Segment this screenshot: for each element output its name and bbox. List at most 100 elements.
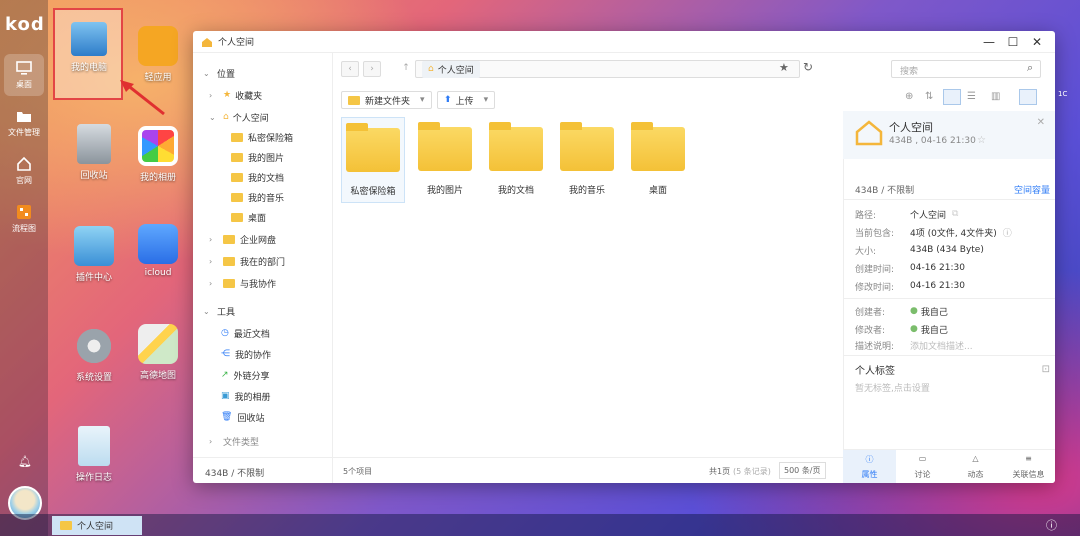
clock-icon: ◷ — [221, 328, 229, 338]
tree-item-desktop[interactable]: 桌面 — [231, 207, 266, 227]
tree-item-my-album[interactable]: ▣ 我的相册 — [221, 386, 271, 406]
info-icon[interactable]: ⓘ — [1046, 517, 1057, 533]
up-button[interactable]: ↑ — [397, 61, 415, 77]
search-input[interactable]: 搜索 — [891, 60, 1041, 78]
forward-button[interactable]: › — [363, 61, 381, 77]
tree-item-favorites[interactable]: › ★ 收藏夹 — [209, 85, 262, 105]
tree-item-recycle[interactable]: 🗑︎ 回收站 — [221, 407, 264, 427]
desktop-icon-amap[interactable]: 高德地图 — [127, 324, 189, 381]
sidebar-item-file-manager[interactable]: 文件管理 — [0, 108, 48, 138]
refresh-icon[interactable]: ↻ — [803, 60, 813, 74]
address-toolbar: ‹ › ↑ ⌂ 个人空间 ★ ↻ — [333, 53, 843, 87]
tree-item-my-dept[interactable]: › 我在的部门 — [209, 251, 285, 271]
tab-activity[interactable]: △ 动态 — [949, 450, 1002, 483]
file-item-desktop[interactable]: 桌面 — [626, 117, 690, 203]
file-item-vault[interactable]: 私密保险箱 — [341, 117, 405, 203]
tree-item-my-collab[interactable]: ⋲ 我的协作 — [221, 344, 271, 364]
desktop-icon-system-settings[interactable]: 系统设置 — [63, 326, 125, 383]
prop-row-size: 大小: 434B (434 Byte) — [855, 242, 1050, 258]
tree-item-external-share[interactable]: ↗ 外链分享 — [221, 365, 270, 385]
taskbar-item-personal-space[interactable]: 个人空间 — [52, 516, 142, 535]
tab-related[interactable]: ≡ 关联信息 — [1002, 450, 1055, 483]
desktop-icon-recycle-bin[interactable]: 回收站 — [63, 124, 125, 181]
chevron-right-icon: › — [209, 90, 213, 100]
sort-icon[interactable]: ⇅ — [925, 91, 933, 102]
bell-icon: △ — [972, 454, 979, 463]
list-view-icon[interactable]: ☰ — [967, 91, 976, 102]
breadcrumb-segment[interactable]: ⌂ 个人空间 — [422, 60, 480, 78]
tree-item-music[interactable]: 我的音乐 — [231, 187, 284, 207]
breadcrumb[interactable]: ⌂ 个人空间 — [415, 60, 800, 78]
desktop-icon-icloud[interactable]: icloud — [127, 224, 189, 278]
desktop-icon-label: 我的电脑 — [70, 63, 107, 73]
minimize-button[interactable]: — — [977, 35, 1001, 49]
tab-properties[interactable]: ⓘ 属性 — [843, 450, 896, 483]
maximize-button[interactable]: ☐ — [1001, 35, 1025, 49]
detail-panel-toggle-icon[interactable] — [1019, 89, 1037, 105]
home-icon: ⌂ — [223, 112, 229, 122]
copy-icon[interactable]: ⧉ — [952, 209, 958, 219]
sidebar-item-website[interactable]: 官网 — [0, 156, 48, 186]
folder-icon — [560, 122, 614, 171]
tree-label: 我的协作 — [235, 350, 272, 361]
tab-discussion[interactable]: ▭ 讨论 — [896, 450, 949, 483]
tree-item-documents[interactable]: 我的文档 — [231, 167, 284, 187]
prop-row-description[interactable]: 描述说明: 添加文档描述... — [855, 337, 1050, 353]
window-titlebar[interactable]: 个人空间 — ☐ ✕ — [193, 31, 1055, 53]
tree-label: 我在的部门 — [240, 257, 286, 268]
desktop-icon-my-computer[interactable]: 我的电脑 — [58, 20, 120, 73]
prop-value: 04-16 21:30 — [910, 281, 965, 291]
left-sidebar: kod 桌面 文件管理 官网 流程图 🔔︎ — [0, 0, 48, 536]
tree-item-pictures[interactable]: 我的图片 — [231, 147, 284, 167]
tree-section-location[interactable]: ⌄ 位置 — [203, 63, 235, 83]
tree-item-recent[interactable]: ◷ 最近文档 — [221, 323, 270, 343]
per-page-select[interactable]: 500 条/页 — [779, 462, 826, 479]
chevron-down-icon: ⌄ — [209, 112, 216, 122]
file-item-pictures[interactable]: 我的图片 — [413, 117, 477, 203]
chevron-down-icon: ⌄ — [203, 306, 210, 316]
star-icon[interactable]: ☆ — [977, 135, 986, 146]
close-button[interactable]: ✕ — [1025, 35, 1049, 49]
file-item-music[interactable]: 我的音乐 — [555, 117, 619, 203]
button-label: 新建文件夹 — [365, 96, 411, 107]
chevron-down-icon: ▾ — [483, 95, 489, 105]
tag-hint[interactable]: 暂无标签,点击设置 — [855, 379, 1050, 395]
description-placeholder: 添加文档描述... — [910, 341, 973, 352]
zoom-icon[interactable]: ⊕ — [905, 91, 913, 102]
tree-section-tools[interactable]: ⌄ 工具 — [203, 301, 235, 321]
computer-icon — [71, 22, 107, 56]
tree-item-collab[interactable]: › 与我协作 — [209, 273, 276, 293]
sidebar-item-flowchart[interactable]: 流程图 — [0, 204, 48, 234]
info-icon[interactable]: ⓘ — [1003, 226, 1012, 239]
desktop-icon-light-app[interactable]: 轻应用 — [127, 26, 189, 83]
home-icon — [17, 156, 31, 171]
file-grid: 私密保险箱 我的图片 我的文档 我的音乐 桌面 — [333, 117, 843, 437]
user-avatar-icon: ● — [910, 306, 918, 316]
tree-item-vault[interactable]: 私密保险箱 — [231, 127, 293, 147]
tree-item-personal[interactable]: ⌄ ⌂ 个人空间 — [209, 107, 269, 127]
quota-link[interactable]: 空间容量 — [1014, 183, 1050, 196]
desktop-icon-my-photos[interactable]: 我的相册 — [127, 126, 189, 183]
desktop-icon-operation-log[interactable]: 操作日志 — [63, 426, 125, 483]
bell-icon[interactable]: 🔔︎ — [18, 455, 32, 468]
file-item-documents[interactable]: 我的文档 — [484, 117, 548, 203]
prop-value: 434B (434 Byte) — [910, 245, 984, 255]
tree-label: 回收站 — [237, 413, 265, 424]
upload-button[interactable]: ⬆ 上传 ▾ — [437, 91, 496, 109]
grid-view-icon[interactable] — [943, 89, 961, 105]
back-button[interactable]: ‹ — [341, 61, 359, 77]
tag-edit-icon[interactable]: ⊡ — [1042, 364, 1050, 375]
new-folder-button[interactable]: 新建文件夹 ▾ — [341, 91, 432, 109]
home-folder-icon — [202, 37, 212, 47]
sidebar-item-label: 流程图 — [12, 224, 36, 233]
sidebar-item-desktop[interactable]: 桌面 — [4, 54, 44, 96]
search-icon[interactable]: ⌕ — [1027, 61, 1033, 75]
tree-item-file-types[interactable]: › 文件类型 — [209, 431, 259, 451]
tree-item-enterprise[interactable]: › 企业网盘 — [209, 229, 276, 249]
split-view-icon[interactable]: ▥ — [991, 91, 1000, 102]
desktop-icon-plugin-center[interactable]: 插件中心 — [63, 226, 125, 283]
close-icon[interactable]: ✕ — [1037, 117, 1045, 128]
prop-key: 修改者: — [855, 325, 886, 336]
file-label: 我的文档 — [497, 186, 534, 196]
star-icon[interactable]: ★ — [779, 61, 789, 74]
